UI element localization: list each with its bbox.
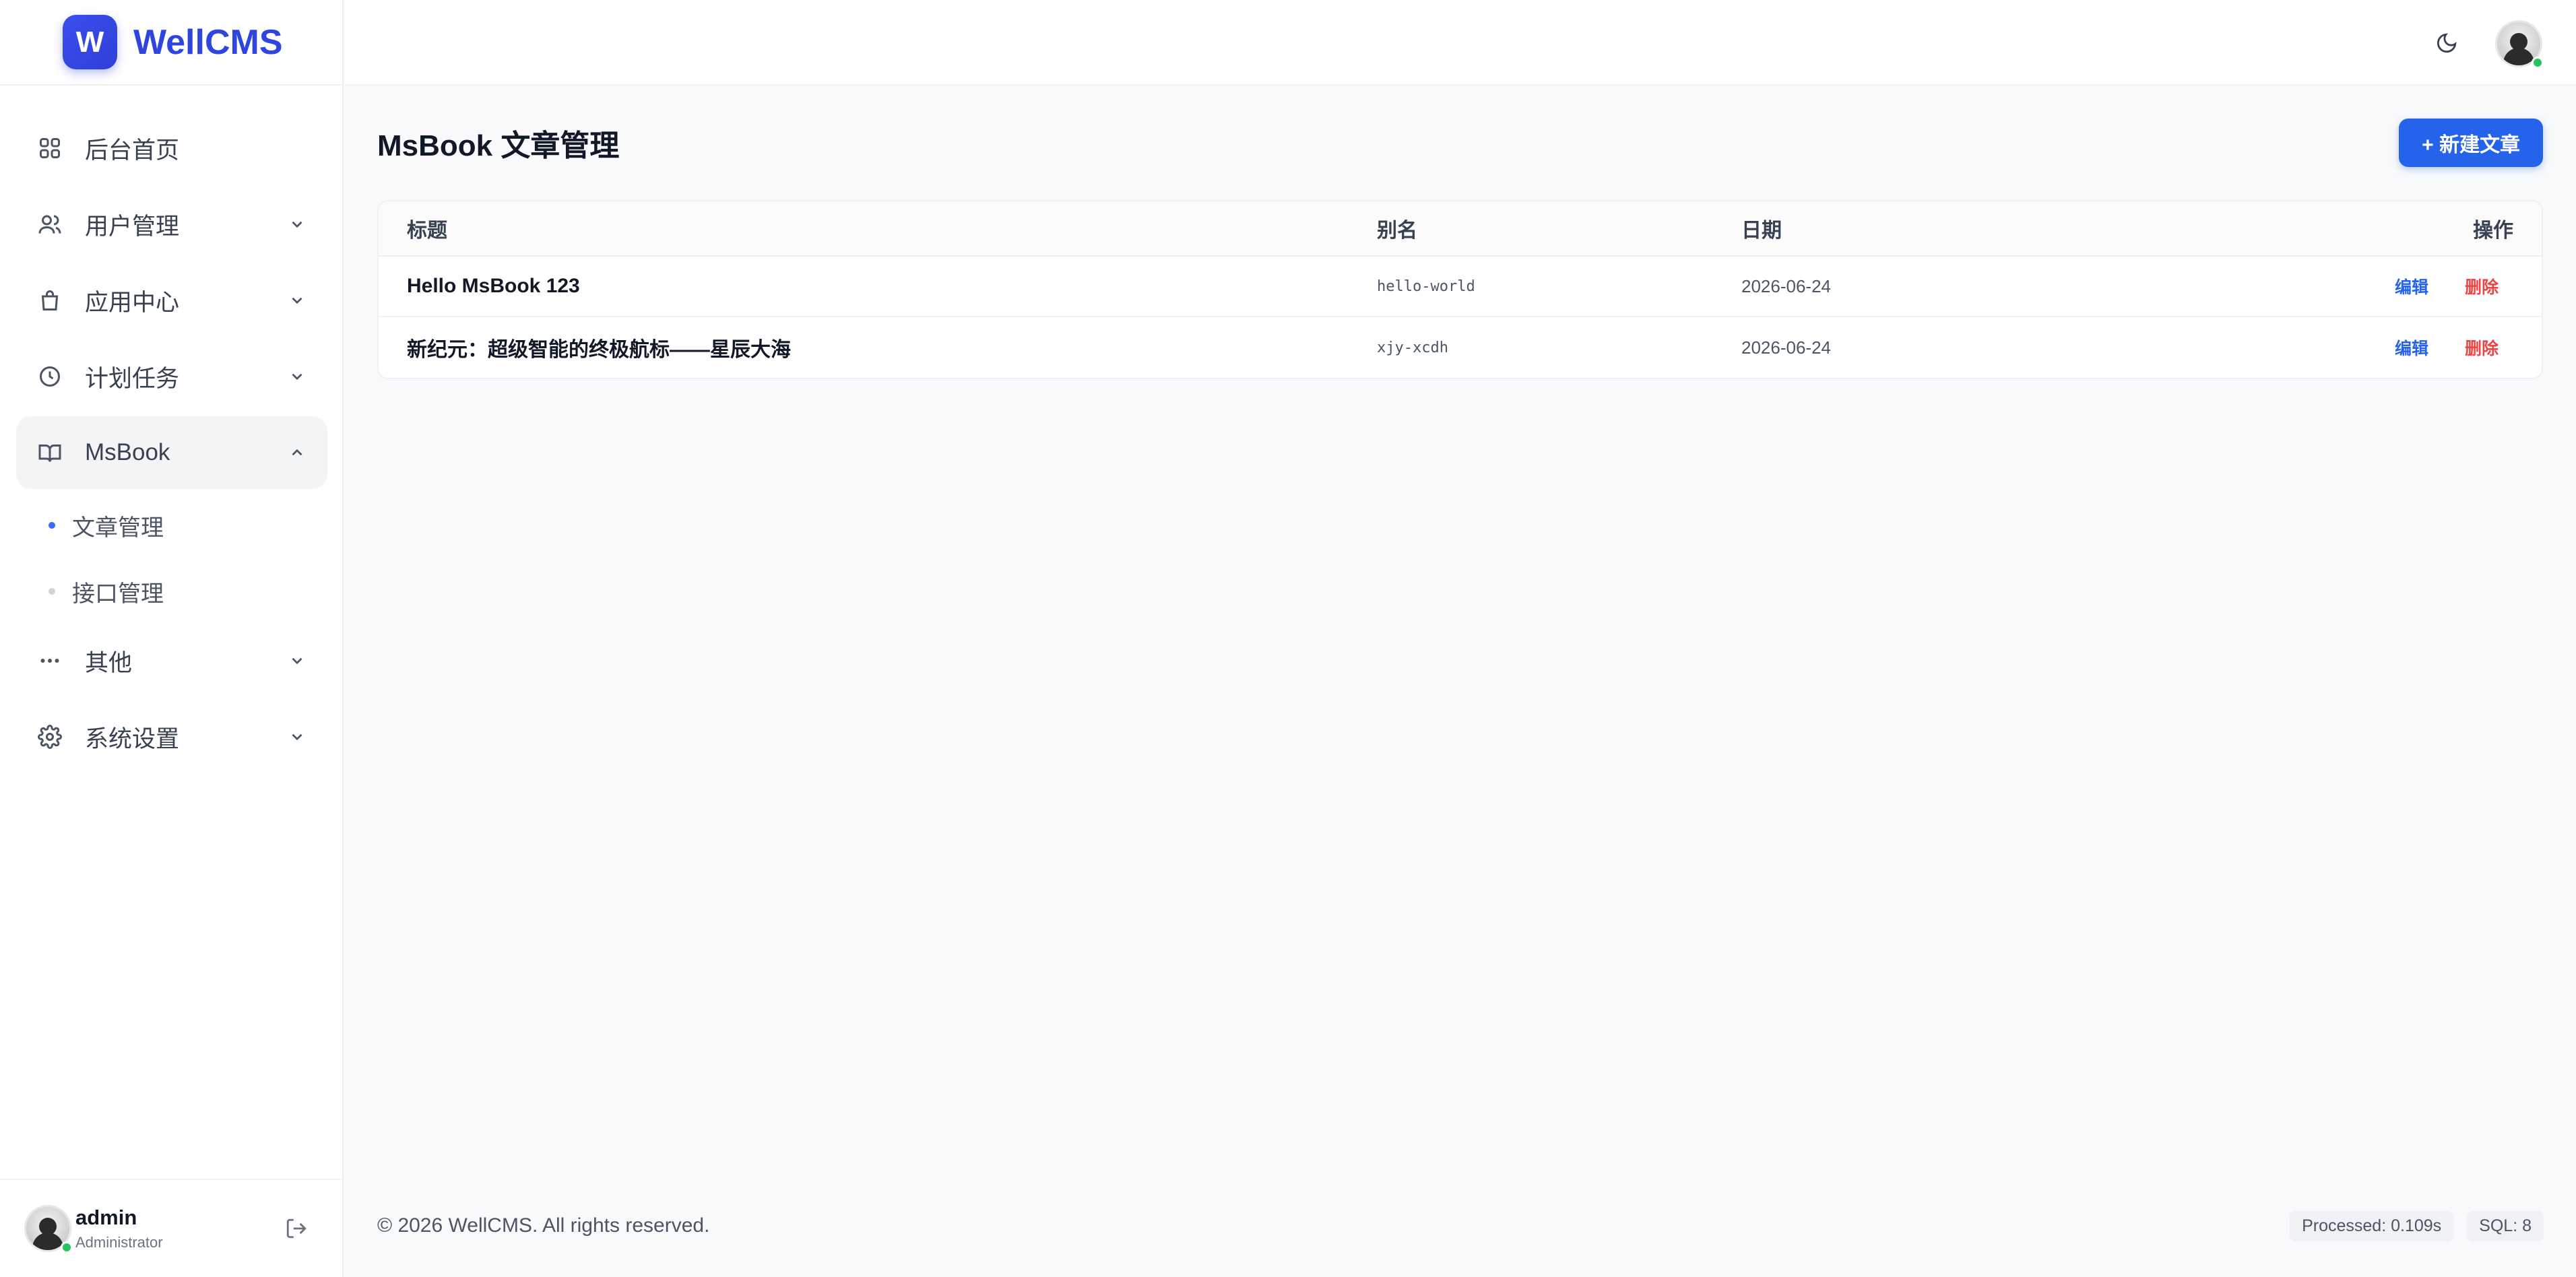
gear-icon — [36, 723, 63, 750]
sidebar-item-apps[interactable]: 应用中心 — [16, 264, 327, 337]
table-header: 标题 别名 日期 操作 — [379, 201, 2542, 257]
delete-link[interactable]: 删除 — [2465, 274, 2499, 298]
chevron-down-icon — [287, 366, 307, 387]
footer-stats: Processed: 0.109s SQL: 8 — [2290, 1210, 2544, 1241]
sidebar-item-users[interactable]: 用户管理 — [16, 188, 327, 261]
article-alias: xjy-xcdh — [1377, 339, 1448, 356]
delete-link[interactable]: 删除 — [2465, 335, 2499, 360]
sidebar-subitem-api[interactable]: 接口管理 — [16, 558, 327, 624]
table-row: Hello MsBook 123 hello-world 2026-06-24 … — [379, 257, 2542, 317]
article-title[interactable]: Hello MsBook 123 — [379, 275, 1377, 298]
moon-icon[interactable] — [2433, 30, 2460, 57]
table-row: 新纪元：超级智能的终极航标——星辰大海 xjy-xcdh 2026-06-24 … — [379, 317, 2542, 378]
chevron-down-icon — [287, 214, 307, 234]
chevron-down-icon — [287, 727, 307, 747]
column-header-title[interactable]: 标题 — [379, 214, 1377, 243]
brand[interactable]: W WellCMS — [0, 0, 342, 86]
more-horizontal-icon — [36, 647, 63, 674]
chevron-down-icon — [287, 290, 307, 310]
grid-icon — [36, 135, 63, 162]
users-icon — [36, 211, 63, 238]
book-open-icon — [36, 439, 63, 466]
sidebar-item-label: 计划任务 — [85, 365, 180, 392]
sidebar-subitem-label: 文章管理 — [72, 515, 164, 541]
dot-icon — [49, 588, 55, 595]
user-name: admin — [75, 1206, 137, 1229]
chevron-up-icon — [287, 443, 307, 463]
sidebar-nav: 后台首页 用户管理 应用中心 计划任务 MsBook 文章管理 接口管理 其他 … — [16, 112, 327, 777]
sidebar-item-dashboard[interactable]: 后台首页 — [16, 112, 327, 185]
sidebar-subitem-articles[interactable]: 文章管理 — [16, 492, 327, 558]
user-role: Administrator — [75, 1234, 163, 1251]
brand-logo: W — [63, 15, 117, 69]
shopping-bag-icon — [36, 287, 63, 314]
column-header-date[interactable]: 日期 — [1741, 214, 2334, 243]
sidebar-item-label: 用户管理 — [85, 213, 180, 240]
user-panel: admin Administrator — [0, 1179, 344, 1277]
sql-count-badge: SQL: 8 — [2467, 1210, 2544, 1241]
articles-table: 标题 别名 日期 操作 Hello MsBook 123 hello-world… — [377, 200, 2543, 379]
article-title[interactable]: 新纪元：超级智能的终极航标——星辰大海 — [379, 333, 1377, 362]
chevron-down-icon — [287, 651, 307, 671]
footer: © 2026 WellCMS. All rights reserved. Pro… — [377, 1206, 2544, 1246]
sidebar-item-label: 系统设置 — [85, 725, 180, 752]
row-actions: 编辑 删除 — [2334, 335, 2542, 360]
main-content: MsBook 文章管理 + 新建文章 标题 别名 日期 操作 Hello MsB… — [377, 86, 2543, 379]
sidebar-item-other[interactable]: 其他 — [16, 624, 327, 697]
topbar — [345, 0, 2576, 86]
sidebar-item-label: 应用中心 — [85, 289, 180, 316]
column-header-alias[interactable]: 别名 — [1377, 214, 1741, 243]
brand-name: WellCMS — [133, 22, 283, 62]
article-date: 2026-06-24 — [1741, 337, 1831, 358]
user-info: admin Administrator — [75, 1206, 163, 1251]
page-header: MsBook 文章管理 + 新建文章 — [377, 86, 2543, 200]
sidebar-item-label: 后台首页 — [85, 137, 180, 164]
article-alias: hello-world — [1377, 277, 1475, 295]
sidebar-subitem-label: 接口管理 — [72, 581, 164, 607]
sidebar-item-label: 其他 — [85, 649, 133, 676]
sidebar-item-msbook[interactable]: MsBook — [16, 416, 327, 489]
new-article-button[interactable]: + 新建文章 — [2399, 119, 2543, 167]
active-dot-icon — [49, 522, 55, 529]
article-date: 2026-06-24 — [1741, 275, 1831, 296]
online-status-dot — [2532, 57, 2544, 69]
copyright-text: © 2026 WellCMS. All rights reserved. — [377, 1214, 710, 1237]
top-user-avatar[interactable] — [2495, 20, 2544, 69]
sidebar-item-label: MsBook — [85, 439, 170, 465]
logout-icon[interactable] — [283, 1215, 310, 1242]
online-status-dot — [61, 1241, 73, 1253]
processed-time-badge: Processed: 0.109s — [2290, 1210, 2454, 1241]
sidebar: W WellCMS 后台首页 用户管理 应用中心 计划任务 MsBook 文章管… — [0, 0, 344, 1277]
column-header-ops: 操作 — [2473, 220, 2513, 242]
edit-link[interactable]: 编辑 — [2395, 274, 2428, 298]
sidebar-item-settings[interactable]: 系统设置 — [16, 700, 327, 773]
row-actions: 编辑 删除 — [2334, 274, 2542, 298]
edit-link[interactable]: 编辑 — [2395, 335, 2428, 360]
page-title: MsBook 文章管理 — [377, 129, 620, 162]
user-avatar[interactable] — [24, 1205, 73, 1253]
clock-icon — [36, 363, 63, 390]
sidebar-item-tasks[interactable]: 计划任务 — [16, 340, 327, 413]
